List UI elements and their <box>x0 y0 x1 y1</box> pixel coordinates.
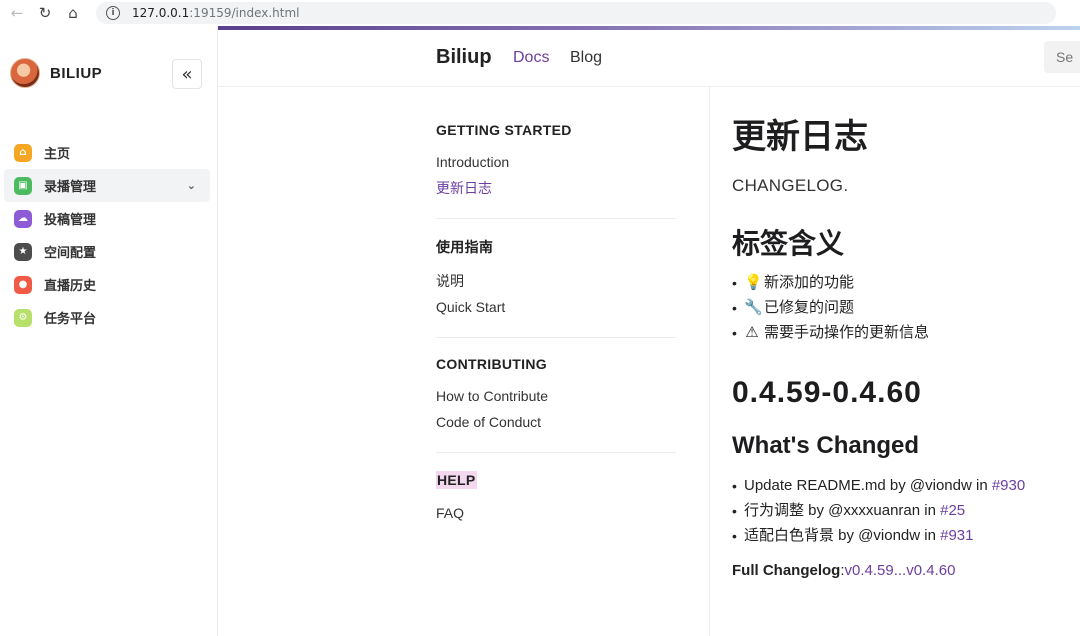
list-item: 适配白色背景 by @viondw in #931 <box>732 525 1080 550</box>
brand[interactable]: BILIUP <box>10 58 102 88</box>
section-title: GETTING STARTED <box>436 122 572 138</box>
nav-section-getting-started: GETTING STARTED Introduction 更新日志 <box>436 122 676 219</box>
pr-link[interactable]: #930 <box>992 477 1025 494</box>
sidebar-item-home[interactable]: ⌂ 主页 <box>4 136 210 169</box>
sidebar-item-label: 录播管理 <box>44 180 97 195</box>
search-input[interactable]: Se <box>1044 41 1080 73</box>
sidebar-menu: ⌂ 主页 ▣ 录播管理 ⌄ ☁ 投稿管理 ★ 空间配置 ● 直播历史 ⚙ 任务平… <box>4 136 210 334</box>
docs-sidebar-nav: GETTING STARTED Introduction 更新日志 使用指南 说… <box>436 122 676 561</box>
change-text: Update README.md by @viondw in <box>744 477 992 494</box>
header-gradient-bar <box>218 26 1080 30</box>
tags-list: 💡新添加的功能 🔧已修复的问题 ⚠ 需要手动操作的更新信息 <box>732 272 1080 347</box>
version-heading: 0.4.59-0.4.60 <box>732 376 922 409</box>
change-text: 适配白色背景 by @viondw in <box>744 527 941 544</box>
docs-logo[interactable]: Biliup <box>436 46 492 69</box>
nav-docs-link[interactable]: Docs <box>513 49 549 67</box>
content-divider <box>709 87 710 636</box>
star-icon: ★ <box>14 242 32 261</box>
task-icon: ⚙ <box>14 308 32 327</box>
nav-section-contributing: CONTRIBUTING How to Contribute Code of C… <box>436 356 676 453</box>
tags-heading: 标签含义 <box>732 228 845 259</box>
nav-link-faq[interactable]: FAQ <box>436 503 676 529</box>
record-icon: ▣ <box>14 176 32 195</box>
sidebar-item-space-config[interactable]: ★ 空间配置 <box>4 235 210 268</box>
tag-text: 需要手动操作的更新信息 <box>764 324 930 341</box>
docs-header: Biliup Docs Blog Se <box>218 26 1080 87</box>
chevron-down-icon[interactable]: ⌄ <box>187 179 196 192</box>
browser-toolbar: ← ↻ ⌂ i 127.0.0.1:19159/index.html <box>0 0 1080 26</box>
brand-logo <box>10 58 40 88</box>
info-icon[interactable]: i <box>106 6 120 20</box>
cloud-icon: ☁ <box>14 209 32 228</box>
nav-section-help: HELP FAQ <box>436 471 676 543</box>
sidebar-item-task-platform[interactable]: ⚙ 任务平台 <box>4 301 210 334</box>
section-title: HELP <box>436 471 477 489</box>
sidebar-item-label: 主页 <box>44 147 71 162</box>
nav-section-guide: 使用指南 说明 Quick Start <box>436 237 676 338</box>
url-path: :19159/index.html <box>189 6 300 20</box>
list-item: Update README.md by @viondw in #930 <box>732 475 1080 500</box>
lightbulb-icon: 💡 <box>744 274 763 291</box>
live-icon: ● <box>14 275 32 294</box>
nav-blog-link[interactable]: Blog <box>570 49 602 67</box>
changes-list: Update README.md by @viondw in #930 行为调整… <box>732 475 1080 550</box>
full-changelog: Full Changelog:v0.4.59...v0.4.60 <box>732 562 1080 579</box>
reload-icon[interactable]: ↻ <box>34 2 56 24</box>
tag-text: 已修复的问题 <box>764 299 855 316</box>
back-arrow-icon[interactable]: ← <box>6 2 28 24</box>
changelog-content: 更新日志 CHANGELOG. 标签含义 💡新添加的功能 🔧已修复的问题 ⚠ 需要… <box>732 112 1080 579</box>
sidebar-item-recordings[interactable]: ▣ 录播管理 ⌄ <box>4 169 210 202</box>
list-item: 行为调整 by @xxxxuanran in #25 <box>732 500 1080 525</box>
brand-name: BILIUP <box>50 64 103 82</box>
full-changelog-link[interactable]: v0.4.59...v0.4.60 <box>845 562 956 579</box>
list-item: 💡新添加的功能 <box>732 272 1080 297</box>
home-icon[interactable]: ⌂ <box>62 2 84 24</box>
nav-link-quick-start[interactable]: Quick Start <box>436 297 676 323</box>
sidebar-item-uploads[interactable]: ☁ 投稿管理 <box>4 202 210 235</box>
page-title: 更新日志 <box>732 118 868 156</box>
sidebar-item-label: 任务平台 <box>44 312 97 327</box>
sidebar-item-live-history[interactable]: ● 直播历史 <box>4 268 210 301</box>
section-title: CONTRIBUTING <box>436 356 547 372</box>
home-icon: ⌂ <box>14 143 32 162</box>
wrench-icon: 🔧 <box>744 299 763 316</box>
list-item: 🔧已修复的问题 <box>732 297 1080 322</box>
sidebar-item-label: 空间配置 <box>44 246 97 261</box>
sidebar-item-label: 直播历史 <box>44 279 97 294</box>
collapse-sidebar-button[interactable]: « <box>172 59 202 89</box>
pr-link[interactable]: #25 <box>940 502 965 519</box>
full-changelog-label: Full Changelog <box>732 562 841 579</box>
nav-link-how-to-contribute[interactable]: How to Contribute <box>436 386 676 412</box>
nav-link-introduction[interactable]: Introduction <box>436 152 676 178</box>
address-bar[interactable]: i 127.0.0.1:19159/index.html <box>96 2 1056 24</box>
change-text: 行为调整 by @xxxxuanran in <box>744 502 941 519</box>
app-sidebar: BILIUP « ⌂ 主页 ▣ 录播管理 ⌄ ☁ 投稿管理 ★ 空间配置 ● 直… <box>0 26 218 636</box>
list-item: ⚠ 需要手动操作的更新信息 <box>732 322 1080 347</box>
tag-text: 新添加的功能 <box>764 274 855 291</box>
sidebar-item-label: 投稿管理 <box>44 213 97 228</box>
pr-link[interactable]: #931 <box>940 527 973 544</box>
nav-link-changelog[interactable]: 更新日志 <box>436 178 676 204</box>
warning-icon: ⚠ <box>745 324 759 341</box>
nav-link-explanation[interactable]: 说明 <box>436 271 676 297</box>
url-host: 127.0.0.1 <box>132 6 190 20</box>
nav-link-code-of-conduct[interactable]: Code of Conduct <box>436 412 676 438</box>
whats-changed-heading: What's Changed <box>732 432 920 459</box>
section-title: 使用指南 <box>436 239 494 255</box>
page-subtitle: CHANGELOG. <box>732 176 849 195</box>
